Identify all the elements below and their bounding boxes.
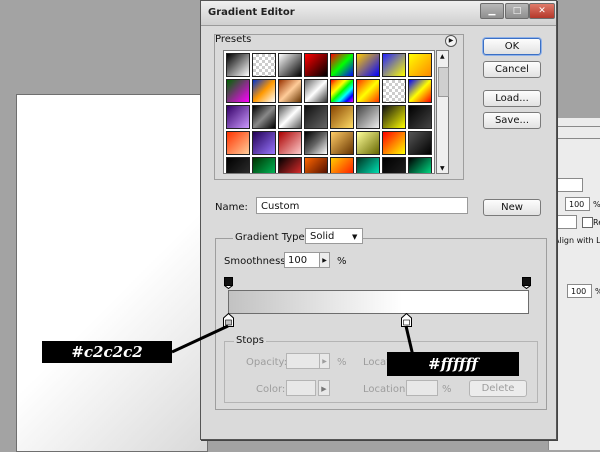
- bg-unit-1: %: [593, 200, 600, 209]
- preset-swatch[interactable]: [252, 105, 276, 129]
- preset-swatch[interactable]: [252, 53, 276, 77]
- preset-swatch[interactable]: [304, 105, 328, 129]
- bg-unit-2: %: [595, 287, 600, 296]
- chevron-down-icon[interactable]: ▼: [352, 233, 357, 241]
- color-location-label: Location:: [363, 384, 409, 395]
- opacity-slider-button[interactable]: ▶: [319, 353, 330, 369]
- color-swatch[interactable]: [286, 380, 316, 396]
- minimize-button[interactable]: ▁: [480, 3, 504, 19]
- preset-swatch[interactable]: [408, 79, 432, 103]
- bg-field-1: 100: [565, 197, 590, 211]
- close-icon: ✕: [538, 6, 546, 16]
- preset-swatch[interactable]: [382, 53, 406, 77]
- preset-swatch[interactable]: [330, 157, 354, 173]
- scroll-thumb[interactable]: [438, 67, 449, 97]
- opacity-input[interactable]: [286, 353, 320, 369]
- save-button[interactable]: Save...: [483, 112, 541, 129]
- smoothness-unit: %: [337, 256, 347, 267]
- new-button[interactable]: New: [483, 199, 541, 216]
- preset-swatch[interactable]: [226, 79, 250, 103]
- preset-swatch[interactable]: [356, 105, 380, 129]
- preset-swatch[interactable]: [278, 79, 302, 103]
- preset-swatch[interactable]: [408, 157, 432, 173]
- bg-field-2: 100: [567, 284, 592, 298]
- preset-swatch[interactable]: [330, 53, 354, 77]
- preset-swatch[interactable]: [304, 157, 328, 173]
- preset-swatch[interactable]: [226, 105, 250, 129]
- stops-label: Stops: [234, 335, 266, 346]
- presets-menu-button[interactable]: ▶: [445, 35, 457, 47]
- triangle-right-icon: ▶: [448, 37, 454, 44]
- minimize-icon: ▁: [488, 6, 496, 16]
- preset-swatch[interactable]: [382, 157, 406, 173]
- preset-swatch[interactable]: [226, 157, 250, 173]
- bg-checkbox-label: Re: [593, 218, 600, 227]
- annotation-left: #c2c2c2: [42, 341, 172, 363]
- preset-swatch[interactable]: [226, 53, 250, 77]
- preset-swatch[interactable]: [382, 105, 406, 129]
- preset-swatch[interactable]: [382, 79, 406, 103]
- name-input[interactable]: Custom: [256, 197, 468, 214]
- preset-swatch[interactable]: [304, 131, 328, 155]
- name-label: Name:: [215, 202, 248, 213]
- preset-swatch[interactable]: [304, 53, 328, 77]
- color-menu-button[interactable]: ▶: [318, 380, 330, 396]
- preset-swatch[interactable]: [356, 79, 380, 103]
- preset-swatch[interactable]: [330, 131, 354, 155]
- window-title: Gradient Editor: [208, 7, 295, 18]
- preset-swatch[interactable]: [408, 131, 432, 155]
- preset-swatch[interactable]: [278, 53, 302, 77]
- triangle-right-icon: ▶: [321, 385, 327, 393]
- delete-button[interactable]: Delete: [469, 380, 527, 397]
- preset-swatch[interactable]: [278, 157, 302, 173]
- color-stop-right[interactable]: [401, 313, 412, 327]
- preset-swatch[interactable]: [304, 79, 328, 103]
- triangle-right-icon: ▶: [322, 257, 327, 264]
- scroll-up-icon[interactable]: ▲: [440, 53, 445, 60]
- color-location-input[interactable]: [406, 380, 438, 396]
- presets-label: Presets: [215, 34, 252, 45]
- preset-swatch[interactable]: [408, 105, 432, 129]
- presets-scrollbar[interactable]: ▲ ▼: [436, 50, 449, 174]
- preset-swatch[interactable]: [278, 131, 302, 155]
- preset-swatch[interactable]: [252, 157, 276, 173]
- ok-button[interactable]: OK: [483, 38, 541, 55]
- triangle-right-icon: ▶: [322, 358, 327, 365]
- preset-swatch[interactable]: [330, 79, 354, 103]
- color-location-unit: %: [442, 384, 452, 395]
- preset-swatch[interactable]: [356, 53, 380, 77]
- gradient-preview-bar[interactable]: [228, 290, 529, 314]
- gradient-type-label: Gradient Type:: [233, 232, 311, 243]
- maximize-button[interactable]: □: [505, 3, 529, 19]
- preset-swatch[interactable]: [382, 131, 406, 155]
- preset-swatch[interactable]: [252, 79, 276, 103]
- opacity-stop-right[interactable]: [522, 277, 531, 289]
- scroll-down-icon[interactable]: ▼: [440, 165, 445, 172]
- cancel-button[interactable]: Cancel: [483, 61, 541, 78]
- smoothness-label: Smoothness:: [224, 256, 289, 267]
- preset-swatch[interactable]: [278, 105, 302, 129]
- bg-align-text: Align with L: [554, 236, 600, 245]
- opacity-label: Opacity:: [246, 357, 288, 368]
- preset-swatch[interactable]: [356, 157, 380, 173]
- smoothness-slider-button[interactable]: ▶: [319, 252, 330, 268]
- preset-swatch[interactable]: [330, 105, 354, 129]
- preset-swatch[interactable]: [356, 131, 380, 155]
- annotation-right: #ffffff: [387, 352, 519, 376]
- title-bar[interactable]: Gradient Editor ▁ □ ✕: [201, 1, 556, 26]
- load-button[interactable]: Load...: [483, 90, 541, 107]
- preset-swatch[interactable]: [252, 131, 276, 155]
- bg-checkbox: [582, 217, 593, 228]
- preset-swatch[interactable]: [226, 131, 250, 155]
- close-button[interactable]: ✕: [529, 3, 555, 19]
- maximize-icon: □: [512, 6, 522, 16]
- preset-swatch-grid: [223, 50, 435, 174]
- canvas-document: [16, 94, 208, 452]
- preset-swatch[interactable]: [408, 53, 432, 77]
- opacity-stop-left[interactable]: [224, 277, 233, 289]
- color-label: Color:: [256, 384, 286, 395]
- color-stop-left[interactable]: [223, 313, 234, 327]
- opacity-unit: %: [337, 357, 347, 368]
- smoothness-input[interactable]: 100: [284, 252, 320, 268]
